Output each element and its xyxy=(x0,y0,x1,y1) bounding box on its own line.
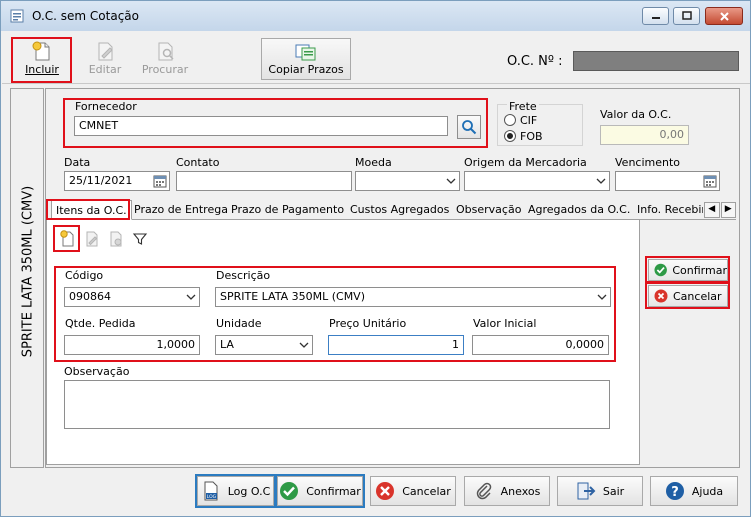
chevron-down-icon xyxy=(596,178,606,184)
highlight-item-form xyxy=(54,266,616,362)
data-label: Data xyxy=(64,156,91,169)
tab-prazo-pagamento[interactable]: Prazo de Pagamento xyxy=(227,200,348,220)
frete-fob-radio[interactable] xyxy=(504,130,516,142)
tab-observacao[interactable]: Observação xyxy=(452,200,525,220)
maximize-button[interactable] xyxy=(673,7,700,25)
moeda-label: Moeda xyxy=(355,156,392,169)
minimize-button[interactable] xyxy=(642,7,669,25)
app-icon xyxy=(10,9,24,23)
close-icon xyxy=(719,11,729,21)
title-bar[interactable]: O.C. sem Cotação xyxy=(1,1,750,31)
highlight-tab-itens xyxy=(46,199,130,220)
observacao-label: Observação xyxy=(64,365,130,378)
procurar-button[interactable]: Procurar xyxy=(137,38,193,82)
edit-document-icon xyxy=(98,42,113,61)
tab-scroll-left-icon[interactable]: ◀ xyxy=(704,202,720,218)
editar-button[interactable]: Editar xyxy=(77,38,133,82)
copiar-prazos-button[interactable]: Copiar Prazos xyxy=(261,38,351,80)
side-product-panel: SPRITE LATA 350ML (CMV) xyxy=(10,88,44,468)
side-product-label: SPRITE LATA 350ML (CMV) xyxy=(20,185,36,358)
frete-fob-label: FOB xyxy=(520,130,543,143)
calendar-icon[interactable] xyxy=(703,174,717,188)
delete-item-button[interactable] xyxy=(105,228,127,250)
highlight-incluir xyxy=(11,37,72,83)
editar-label: Editar xyxy=(88,63,122,76)
cancelar-label: Cancelar xyxy=(402,484,451,498)
highlight-confirmar xyxy=(275,474,365,508)
tab-prazo-entrega[interactable]: Prazo de Entrega xyxy=(130,200,232,220)
oc-sem-cotacao-window: O.C. sem Cotação Incluir Editar Procurar… xyxy=(0,0,751,517)
calendar-icon[interactable] xyxy=(153,174,167,188)
tab-scroll-right-icon[interactable]: ▶ xyxy=(720,202,736,218)
anexos-label: Anexos xyxy=(500,484,541,498)
edit-item-icon xyxy=(86,231,98,247)
ajuda-label: Ajuda xyxy=(691,484,724,498)
oc-numero-field xyxy=(573,51,739,71)
paperclip-icon xyxy=(476,482,491,500)
frete-label: Frete xyxy=(507,100,539,113)
valor-oc-field: 0,00 xyxy=(600,125,689,145)
close-button[interactable] xyxy=(705,7,743,25)
help-icon: ? xyxy=(665,482,684,500)
sair-label: Sair xyxy=(602,484,625,498)
copiar-prazos-label: Copiar Prazos xyxy=(268,63,344,76)
filter-icon xyxy=(132,233,148,245)
frete-cif-radio[interactable] xyxy=(504,114,516,126)
valor-oc-label: Valor da O.C. xyxy=(600,108,672,121)
highlight-item-confirmar xyxy=(645,256,730,283)
contato-label: Contato xyxy=(176,156,220,169)
svg-text:?: ? xyxy=(671,485,679,500)
highlight-item-cancelar xyxy=(645,282,730,309)
anexos-button[interactable]: Anexos xyxy=(464,476,550,506)
procurar-label: Procurar xyxy=(141,63,189,76)
ajuda-button[interactable]: ? Ajuda xyxy=(650,476,738,506)
frete-cif-label: CIF xyxy=(520,114,538,127)
highlight-add-item xyxy=(53,225,80,252)
tab-agregados-oc[interactable]: Agregados da O.C. xyxy=(524,200,634,220)
tab-custos-agregados[interactable]: Custos Agregados xyxy=(346,200,453,220)
vencimento-field[interactable] xyxy=(615,171,720,191)
minimize-icon xyxy=(651,17,660,19)
origem-label: Origem da Mercadoria xyxy=(464,156,587,169)
highlight-fornecedor xyxy=(63,98,488,148)
tab-scroll-arrows: ◀ ▶ xyxy=(704,202,736,218)
window-title: O.C. sem Cotação xyxy=(32,9,139,23)
moeda-select[interactable] xyxy=(355,171,460,191)
oc-numero-label: O.C. Nº : xyxy=(507,54,563,69)
edit-item-button[interactable] xyxy=(81,228,103,250)
filter-button[interactable] xyxy=(129,228,151,250)
origem-select[interactable] xyxy=(464,171,610,191)
tab-info-recebimento[interactable]: Info. Recebim xyxy=(633,200,703,220)
vencimento-label: Vencimento xyxy=(615,156,681,169)
highlight-log-oc xyxy=(195,474,276,508)
search-document-icon xyxy=(158,42,174,61)
chevron-down-icon xyxy=(446,178,456,184)
copy-schedule-icon xyxy=(295,44,316,61)
contato-input[interactable] xyxy=(176,171,352,191)
observacao-textarea[interactable] xyxy=(64,380,610,429)
exit-icon xyxy=(577,482,596,500)
data-field[interactable]: 25/11/2021 xyxy=(64,171,170,191)
sair-button[interactable]: Sair xyxy=(557,476,643,506)
cancelar-button[interactable]: Cancelar xyxy=(370,476,456,506)
delete-item-icon xyxy=(110,231,122,247)
cancel-icon xyxy=(376,482,395,500)
data-value: 25/11/2021 xyxy=(69,174,133,187)
maximize-icon xyxy=(681,11,692,20)
